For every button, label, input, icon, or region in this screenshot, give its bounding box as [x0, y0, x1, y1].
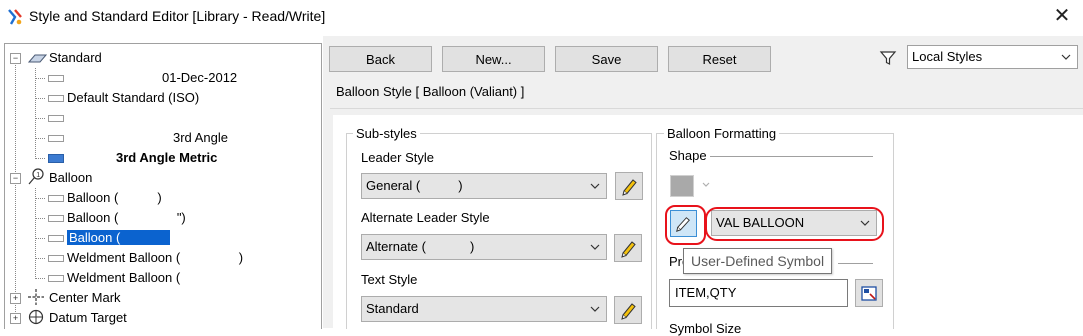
tree-connector	[15, 62, 16, 318]
filter-icon[interactable]	[879, 49, 897, 67]
window-title: Style and Standard Editor [Library - Rea…	[29, 8, 326, 24]
section-title: Balloon Style [ Balloon (Valiant) ]	[336, 84, 525, 99]
collapse-icon[interactable]: −	[10, 173, 21, 184]
symbol-size-label: Symbol Size	[669, 321, 742, 336]
style-filter-value: Local Styles	[912, 49, 983, 64]
annotation-circle	[665, 205, 706, 245]
tree-item-center-mark[interactable]: Center Mark	[49, 288, 121, 308]
tree-item-datum-target[interactable]: Datum Target	[49, 308, 127, 328]
alt-leader-style-dropdown[interactable]: Alternate ()	[361, 234, 607, 260]
pencil-icon	[621, 303, 636, 320]
edit-text-style-button[interactable]	[614, 296, 642, 324]
leader-style-dropdown[interactable]: General ()	[361, 173, 607, 199]
tree-connector	[35, 238, 45, 239]
substyles-group-label: Sub-styles	[353, 126, 420, 141]
tree-item-balloon[interactable]: Balloon	[49, 168, 92, 188]
collapse-icon[interactable]: −	[10, 53, 21, 64]
tree-item-balloon-2[interactable]: Balloon (xxxxxxxxx")	[67, 208, 186, 228]
leader-style-label: Leader Style	[361, 150, 434, 165]
style-leaf-icon	[48, 75, 64, 82]
tree-item-weldment-balloon-2[interactable]: Weldment Balloon (	[67, 268, 180, 288]
property-editor-icon	[861, 286, 877, 301]
shape-label: Shape	[669, 148, 707, 163]
tree-item-weldment-balloon-1[interactable]: Weldment Balloon (xxxxxxxxx)	[67, 248, 243, 268]
chevron-down-icon	[702, 182, 710, 187]
tree-connector	[35, 68, 36, 159]
tree-item-default-standard[interactable]: Default Standard (ISO)	[67, 88, 199, 108]
tree-connector	[35, 98, 45, 99]
reset-button[interactable]: Reset	[668, 46, 771, 72]
chevron-down-icon	[590, 244, 600, 250]
app-icon	[8, 9, 22, 25]
center-mark-icon	[28, 289, 44, 305]
title-bar: Style and Standard Editor [Library - Rea…	[0, 0, 1083, 36]
section-divider	[330, 108, 1083, 109]
style-leaf-icon	[48, 135, 64, 142]
chevron-down-icon	[590, 306, 600, 312]
tree-connector	[35, 78, 45, 79]
expand-icon[interactable]: +	[10, 293, 21, 304]
tree-item-standard-date[interactable]: 01-Dec-2012	[162, 68, 237, 88]
datum-target-icon	[28, 309, 44, 325]
style-leaf-icon	[48, 235, 64, 242]
tree-connector	[35, 258, 45, 259]
tree-item-3rd-angle[interactable]: 3rd Angle	[173, 128, 228, 148]
svg-text:1: 1	[36, 172, 40, 179]
tree-item-3rd-angle-metric[interactable]: 3rd Angle Metric	[116, 148, 217, 168]
expand-icon[interactable]: +	[10, 313, 21, 324]
style-leaf-icon	[48, 95, 64, 102]
back-button[interactable]: Back	[329, 46, 432, 72]
balloon-formatting-group-label: Balloon Formatting	[664, 126, 780, 141]
chevron-down-icon	[1061, 54, 1071, 60]
style-leaf-icon	[48, 255, 64, 262]
shape-picker[interactable]	[669, 173, 715, 199]
tree-connector	[35, 158, 45, 159]
tree-connector	[35, 118, 45, 119]
close-icon[interactable]: ✕	[1050, 4, 1074, 28]
tree-connector	[35, 198, 45, 199]
properties-field[interactable]: ITEM,QTY	[669, 279, 848, 307]
active-style-icon	[48, 154, 64, 163]
shape-divider	[710, 156, 873, 157]
tree-connector	[35, 138, 45, 139]
tree-connector	[35, 278, 45, 279]
chevron-down-icon	[590, 183, 600, 189]
standard-icon	[27, 54, 47, 63]
style-leaf-icon	[48, 195, 64, 202]
save-button[interactable]: Save	[555, 46, 658, 72]
edit-alt-leader-style-button[interactable]	[614, 234, 642, 262]
tree-item-balloon-valiant[interactable]: Balloon (	[67, 228, 171, 248]
tree-connector	[35, 188, 36, 279]
tree-item-standard[interactable]: Standard	[49, 48, 102, 68]
style-filter-dropdown[interactable]: Local Styles	[907, 45, 1078, 69]
annotation-circle	[705, 207, 884, 241]
properties-divider	[838, 263, 873, 264]
tree-connector	[35, 218, 45, 219]
tree-item-balloon-1[interactable]: Balloon (xxxxxx)	[67, 188, 162, 208]
tooltip: User-Defined Symbol	[683, 248, 833, 274]
balloon-icon: 1	[28, 168, 44, 185]
pencil-icon	[622, 179, 637, 196]
style-leaf-icon	[48, 275, 64, 282]
text-style-dropdown[interactable]: Standard	[361, 296, 607, 322]
style-leaf-icon	[48, 115, 64, 122]
style-leaf-icon	[48, 215, 64, 222]
pencil-icon	[621, 241, 636, 258]
new-button[interactable]: New...	[442, 46, 545, 72]
alt-leader-style-label: Alternate Leader Style	[361, 210, 490, 225]
edit-leader-style-button[interactable]	[615, 172, 643, 200]
properties-button[interactable]	[855, 279, 883, 307]
style-tree[interactable]: − Standard 01-Dec-2012 Default Standard …	[4, 43, 322, 329]
shape-swatch	[670, 175, 694, 197]
text-style-label: Text Style	[361, 272, 418, 287]
